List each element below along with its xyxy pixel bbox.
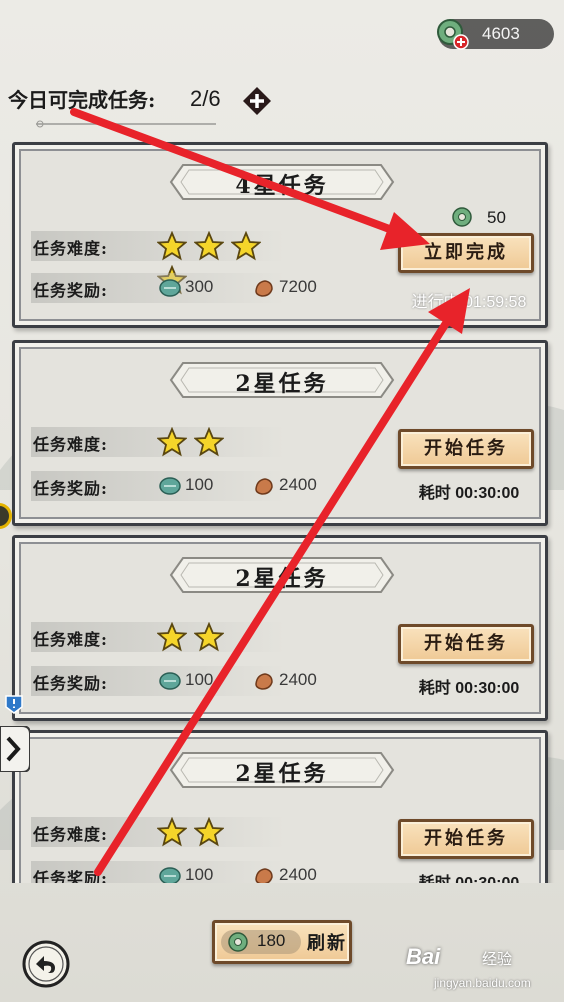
reward-row: 任务奖励: 100 2400 — [31, 471, 317, 501]
currency-display[interactable]: 4603 — [437, 19, 554, 50]
difficulty-row: 任务难度: — [31, 427, 285, 457]
alert-badge-icon — [5, 695, 23, 714]
copper-reward-amount: 2400 — [279, 670, 317, 689]
difficulty-stars — [157, 622, 226, 656]
watermark-brand: Bai — [406, 944, 441, 969]
start-task-button[interactable]: 开始任务 — [398, 819, 534, 859]
task-card: 2星任务 任务难度: 任务奖励: 100 2400 开始任务 耗时 00:30:… — [12, 730, 548, 883]
copper-reward-amount: 2400 — [279, 865, 317, 883]
task-title: 2星任务 — [235, 761, 329, 787]
jade-reward-amount: 100 — [185, 670, 214, 689]
daily-task-count: 今日可完成任务: 2/6 — [8, 84, 271, 118]
start-task-button[interactable]: 开始任务 — [398, 624, 534, 664]
difficulty-row: 任务难度: — [31, 622, 285, 652]
difficulty-label: 任务难度: — [33, 435, 108, 454]
start-task-button[interactable]: 开始任务 — [398, 429, 534, 469]
star-icon — [194, 427, 225, 457]
jade-reward-amount: 100 — [185, 475, 214, 494]
refresh-button[interactable]: 180 刷新 — [212, 920, 352, 964]
star-icon — [157, 622, 187, 652]
difficulty-label: 任务难度: — [33, 239, 108, 258]
chevron-right-icon[interactable] — [0, 726, 30, 772]
copper-reward-icon — [255, 478, 273, 495]
task-timer: 耗时 00:30:00 — [418, 680, 520, 697]
star-icon — [157, 427, 187, 457]
reward-label: 任务奖励: — [33, 281, 108, 300]
difficulty-label: 任务难度: — [33, 825, 108, 844]
task-card: 4星任务 任务难度: 任务奖励: 300 7200 50 立即完成 进行中 01… — [12, 142, 548, 328]
task-title: 2星任务 — [235, 371, 329, 397]
back-icon[interactable] — [22, 940, 70, 988]
watermark-brand-cn: 经验 — [482, 951, 513, 968]
task-title-banner: 4星任务 — [169, 161, 395, 203]
task-list[interactable]: 4星任务 任务难度: 任务奖励: 300 7200 50 立即完成 进行中 01… — [0, 136, 564, 883]
copper-reward-icon — [255, 280, 273, 297]
task-title-banner: 2星任务 — [169, 359, 395, 401]
star-icon — [194, 231, 225, 261]
reward-label: 任务奖励: — [33, 674, 108, 693]
currency-amount: 4603 — [482, 24, 520, 43]
reward-row: 任务奖励: 300 7200 — [31, 273, 317, 303]
plus-icon[interactable] — [242, 86, 272, 116]
copper-reward-amount: 7200 — [279, 277, 317, 296]
task-timer: 耗时 00:30:00 — [399, 869, 539, 883]
jade-reward-icon — [159, 672, 181, 690]
star-icon — [194, 817, 225, 847]
task-timer: 耗时 00:30:00 — [418, 485, 520, 502]
jade-coin-icon — [437, 19, 469, 50]
reward-row: 任务奖励: 100 2400 — [31, 666, 317, 696]
task-title-banner: 2星任务 — [169, 749, 395, 791]
copper-reward-icon — [255, 868, 273, 883]
task-title: 4星任务 — [235, 173, 329, 199]
jade-reward-amount: 300 — [185, 277, 214, 296]
daily-task-label: 今日可完成任务: — [8, 88, 156, 112]
reward-label: 任务奖励: — [33, 869, 108, 883]
instant-complete-button[interactable]: 立即完成 — [398, 233, 534, 273]
refresh-label: 刷新 — [307, 933, 347, 954]
task-card: 2星任务 任务难度: 任务奖励: 100 2400 开始任务 耗时 00:30:… — [12, 535, 548, 721]
difficulty-row: 任务难度: — [31, 231, 285, 295]
task-title-banner: 2星任务 — [169, 554, 395, 596]
jade-reward-icon — [159, 477, 181, 495]
jade-reward-amount: 100 — [185, 865, 214, 883]
task-card: 2星任务 任务难度: 任务奖励: 100 2400 开始任务 耗时 00:30:… — [12, 340, 548, 526]
task-timer: 进行中 01:59:58 — [411, 294, 527, 311]
difficulty-label: 任务难度: — [33, 630, 108, 649]
difficulty-stars — [157, 427, 226, 461]
star-icon — [231, 231, 262, 261]
copper-reward-icon — [255, 673, 273, 690]
difficulty-row: 任务难度: — [31, 817, 285, 847]
divider-ornament — [36, 120, 216, 128]
jade-reward-icon — [159, 867, 181, 883]
star-icon — [157, 231, 187, 261]
daily-task-value: 2/6 — [190, 86, 221, 111]
jade-coin-icon — [452, 207, 472, 227]
copper-reward-amount: 2400 — [279, 475, 317, 494]
difficulty-stars — [157, 817, 226, 851]
task-title: 2星任务 — [235, 566, 329, 592]
jade-coin-icon — [228, 932, 248, 952]
instant-cost: 50 — [487, 208, 506, 227]
watermark-url: jingyan.baidu.com — [434, 976, 531, 990]
refresh-cost: 180 — [257, 931, 286, 950]
reward-label: 任务奖励: — [33, 479, 108, 498]
jade-reward-icon — [159, 279, 181, 297]
star-icon — [194, 622, 225, 652]
star-icon — [157, 817, 187, 847]
watermark: Bai 经验 jingyan.baidu.com — [406, 942, 556, 998]
reward-row: 任务奖励: 100 2400 — [31, 861, 317, 883]
